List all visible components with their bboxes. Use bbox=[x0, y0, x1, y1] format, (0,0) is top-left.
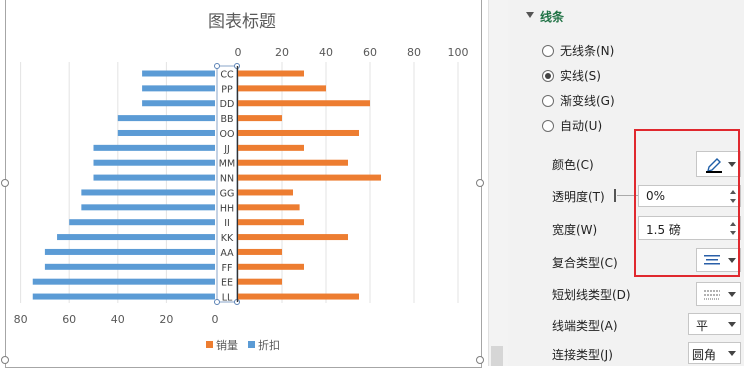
bar-sales bbox=[238, 189, 293, 196]
join-type-value: 圆角 bbox=[692, 348, 717, 362]
cap-type-select[interactable]: 平 bbox=[688, 313, 741, 335]
dash-lines-icon bbox=[704, 290, 720, 300]
category-label: KK bbox=[221, 233, 234, 244]
bar-sales bbox=[238, 174, 381, 181]
bar-sales bbox=[238, 248, 282, 255]
bar-sales bbox=[238, 263, 304, 270]
bottom-axis-tick-label: 60 bbox=[62, 313, 76, 326]
bar-discount bbox=[32, 278, 215, 285]
top-axis-tick-label: 0 bbox=[235, 46, 242, 59]
bar-sales bbox=[238, 115, 282, 122]
category-label: NN bbox=[220, 174, 234, 185]
bar-discount bbox=[44, 248, 216, 255]
bar-sales bbox=[238, 278, 282, 285]
bar-sales bbox=[238, 100, 370, 107]
bar-sales bbox=[238, 70, 304, 77]
radio-automatic[interactable] bbox=[542, 120, 554, 132]
bar-sales bbox=[238, 85, 326, 92]
panel-scrollbar[interactable] bbox=[488, 0, 509, 366]
radio-solid-line[interactable] bbox=[542, 70, 554, 82]
section-title-line[interactable]: 线条 bbox=[540, 8, 564, 25]
bottom-axis-tick-label: 40 bbox=[111, 313, 125, 326]
bottom-axis-tick-label: 20 bbox=[159, 313, 173, 326]
top-axis-tick-label: 40 bbox=[319, 46, 333, 59]
dash-type-label: 短划线类型(D) bbox=[552, 288, 631, 302]
category-label: CC bbox=[220, 70, 234, 81]
bar-discount bbox=[44, 263, 216, 270]
chevron-down-icon bbox=[728, 292, 736, 297]
category-label: HH bbox=[220, 203, 234, 214]
bar-discount bbox=[93, 174, 215, 181]
legend-swatch-sales bbox=[206, 341, 213, 348]
bar-discount bbox=[81, 189, 215, 196]
category-label: JJ bbox=[223, 144, 230, 155]
category-label: II bbox=[224, 218, 230, 229]
radio-no-line-label[interactable]: 无线条(N) bbox=[560, 42, 614, 59]
transparency-label: 透明度(T) bbox=[552, 190, 605, 204]
category-label: MM bbox=[219, 159, 235, 170]
bar-sales bbox=[238, 129, 359, 136]
radio-selected-dot bbox=[545, 73, 551, 79]
bar-discount bbox=[142, 100, 215, 107]
category-label: PP bbox=[221, 84, 233, 95]
join-type-label: 连接类型(J) bbox=[552, 348, 613, 362]
bottom-axis-tick-label: 80 bbox=[14, 313, 28, 326]
category-label: LL bbox=[222, 293, 233, 304]
dash-type-button[interactable] bbox=[696, 282, 741, 306]
radio-no-line[interactable] bbox=[542, 45, 554, 57]
compound-type-label: 复合类型(C) bbox=[552, 256, 618, 270]
butterfly-bar-chart[interactable]: 图表标题 CC PP DD BB OO JJ MM NN GG HH II KK AA FF EE LL 0 2… bbox=[0, 0, 488, 366]
bar-discount bbox=[142, 70, 215, 77]
bar-sales bbox=[238, 204, 300, 211]
radio-gradient-line[interactable] bbox=[542, 95, 554, 107]
bar-discount bbox=[93, 159, 215, 166]
bottom-axis-tick-label: 0 bbox=[212, 313, 219, 326]
bar-discount bbox=[81, 204, 215, 211]
bar-discount bbox=[69, 219, 215, 226]
bar-discount bbox=[32, 293, 215, 300]
radio-automatic-label[interactable]: 自动(U) bbox=[560, 117, 602, 134]
category-label: DD bbox=[220, 99, 235, 110]
category-label: BB bbox=[220, 114, 233, 125]
category-label: FF bbox=[222, 263, 233, 274]
top-axis-tick-label: 20 bbox=[275, 46, 289, 59]
bar-sales bbox=[238, 219, 304, 226]
category-label: OO bbox=[220, 129, 235, 140]
join-type-select[interactable]: 圆角 bbox=[688, 342, 741, 364]
chevron-down-icon bbox=[728, 322, 736, 327]
category-label: AA bbox=[220, 248, 234, 259]
cap-type-value: 平 bbox=[696, 319, 709, 333]
top-axis-tick-label: 80 bbox=[407, 46, 421, 59]
bar-discount bbox=[117, 129, 215, 136]
category-label: GG bbox=[220, 188, 235, 199]
bar-discount bbox=[93, 144, 215, 151]
bar-sales bbox=[238, 159, 348, 166]
legend-label-sales: 销量 bbox=[216, 338, 238, 352]
legend-swatch-discount bbox=[248, 341, 255, 348]
bar-discount bbox=[117, 115, 215, 122]
width-label: 宽度(W) bbox=[552, 223, 598, 237]
scrollbar-thumb[interactable] bbox=[491, 346, 503, 366]
category-label: EE bbox=[221, 278, 233, 289]
bar-sales bbox=[238, 144, 304, 151]
bar-discount bbox=[142, 85, 215, 92]
radio-solid-line-label[interactable]: 实线(S) bbox=[560, 67, 601, 84]
highlight-box bbox=[634, 129, 740, 277]
bar-sales bbox=[238, 234, 348, 241]
axis-selection-handle bbox=[214, 299, 220, 305]
chart-title[interactable]: 图表标题 bbox=[208, 12, 276, 32]
chart-area[interactable]: 图表标题 CC PP DD BB OO JJ MM NN GG HH II KK AA FF EE LL 0 2… bbox=[0, 0, 488, 368]
axis-selection-handle bbox=[214, 63, 220, 69]
top-axis-tick-label: 100 bbox=[448, 46, 469, 59]
chevron-down-icon bbox=[728, 351, 736, 356]
color-label: 颜色(C) bbox=[552, 158, 594, 172]
radio-gradient-line-label[interactable]: 渐变线(G) bbox=[560, 92, 615, 109]
legend-label-discount: 折扣 bbox=[258, 338, 280, 352]
bar-discount bbox=[57, 234, 215, 241]
bar-sales bbox=[238, 293, 359, 300]
transparency-slider-handle[interactable] bbox=[614, 189, 616, 202]
top-axis-tick-label: 60 bbox=[363, 46, 377, 59]
cap-type-label: 线端类型(A) bbox=[552, 319, 618, 333]
collapse-chevron-icon[interactable] bbox=[526, 12, 534, 18]
